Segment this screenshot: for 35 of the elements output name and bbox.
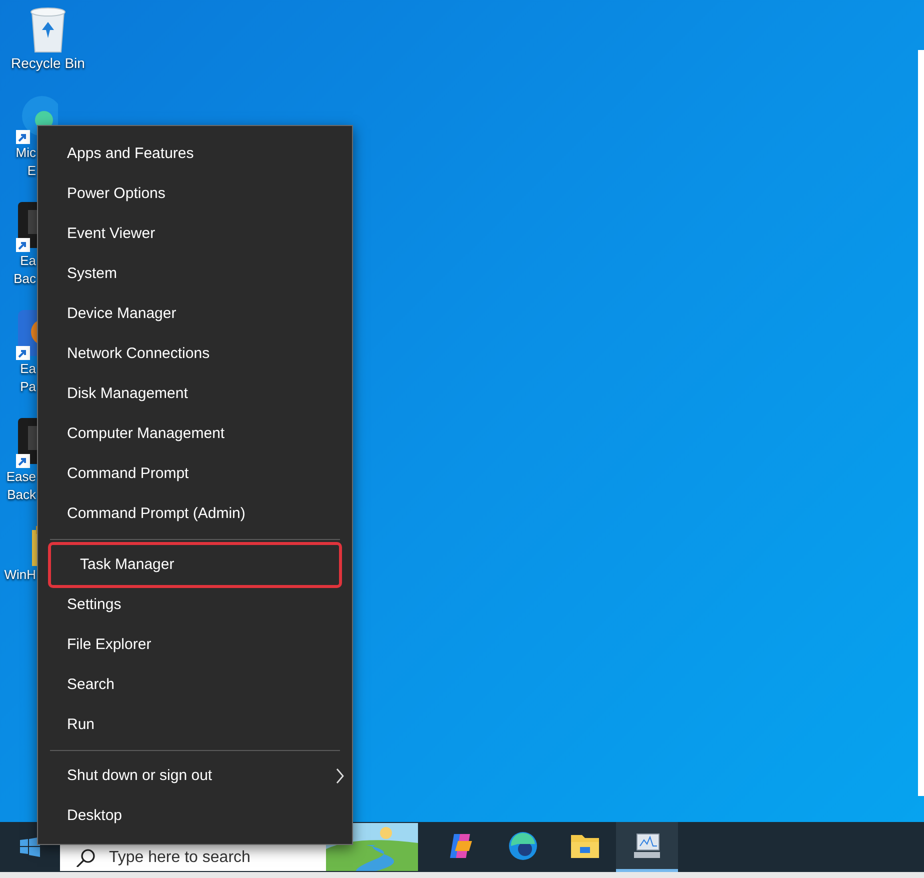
chevron-right-icon [336, 768, 344, 784]
menu-item[interactable]: File Explorer [38, 625, 352, 665]
menu-item[interactable]: Search [38, 665, 352, 705]
monitor-icon [632, 832, 662, 860]
menu-item[interactable]: Settings [38, 585, 352, 625]
icon-label: E [27, 162, 36, 180]
icon-label: Pa [20, 378, 36, 396]
icon-label: Bac [14, 270, 36, 288]
menu-item[interactable]: Event Viewer [38, 214, 352, 254]
menu-item[interactable]: System [38, 254, 352, 294]
menu-item[interactable]: Device Manager [38, 294, 352, 334]
menu-item[interactable]: Desktop [38, 796, 352, 836]
icon-label: Ease [6, 468, 36, 486]
taskbar-app-button[interactable] [616, 822, 678, 872]
menu-item[interactable]: Power Options [38, 174, 352, 214]
windows-logo-icon [20, 837, 40, 857]
icon-label: Mic [16, 144, 36, 162]
menu-item[interactable]: Apps and Features [38, 134, 352, 174]
menu-item[interactable]: Task Manager [51, 545, 339, 585]
menu-item[interactable]: Command Prompt [38, 454, 352, 494]
menu-item[interactable]: Computer Management [38, 414, 352, 454]
search-field[interactable]: Type here to search [109, 848, 289, 868]
menu-item[interactable]: Disk Management [38, 374, 352, 414]
icon-label: Ea [20, 360, 36, 378]
icon-label: Ea [20, 252, 36, 270]
search-icon [76, 849, 95, 867]
browser-icon [508, 830, 538, 860]
menu-item[interactable]: Command Prompt (Admin) [38, 494, 352, 534]
menu-item[interactable]: Network Connections [38, 334, 352, 374]
menu-item[interactable]: Shut down or sign out [38, 756, 352, 796]
icon-label: WinH [4, 566, 36, 584]
icon-label: Recycle Bin [11, 54, 85, 72]
icon-label: Back [7, 486, 36, 504]
folder-icon [570, 832, 600, 858]
menu-item[interactable]: Run [38, 705, 352, 745]
